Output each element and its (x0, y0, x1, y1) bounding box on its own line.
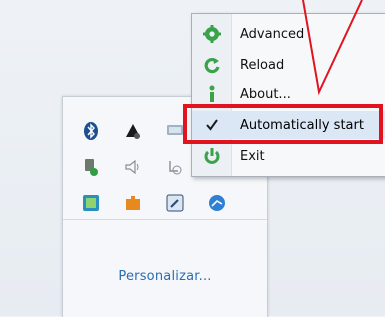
annotation-arrow (302, 0, 363, 96)
